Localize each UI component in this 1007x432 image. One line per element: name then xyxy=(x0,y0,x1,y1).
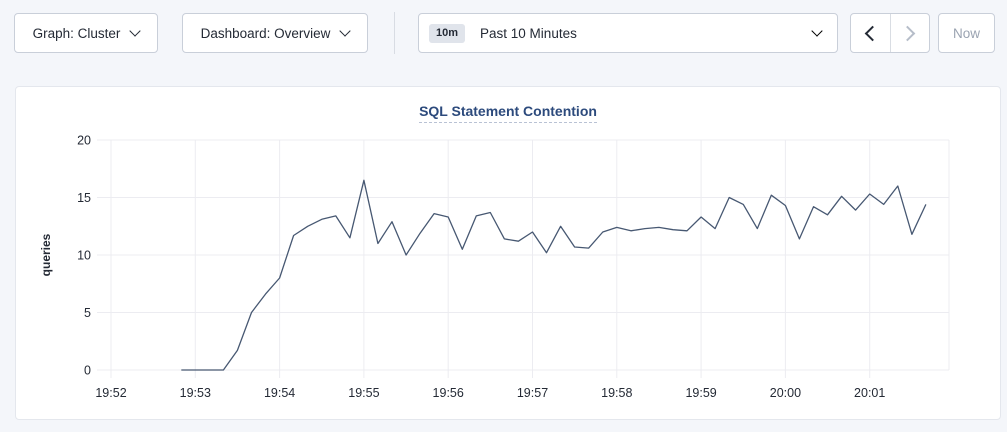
svg-text:19:52: 19:52 xyxy=(95,386,126,400)
svg-text:19:58: 19:58 xyxy=(601,386,632,400)
chart-card: 0 5 10 15 20 19:52 19:53 19:54 19:55 19:56 19:57 19… xyxy=(15,86,1001,420)
chevron-down-icon xyxy=(811,25,822,36)
svg-text:5: 5 xyxy=(84,306,91,320)
time-range-badge: 10m xyxy=(429,24,465,43)
svg-text:queries: queries xyxy=(39,233,53,276)
chevron-right-icon xyxy=(900,25,916,41)
svg-text:0: 0 xyxy=(84,364,91,378)
chart-title-row: SQL Statement Contention xyxy=(16,103,1000,123)
time-shift-control xyxy=(850,13,930,53)
time-range-dropdown[interactable]: 10m Past 10 Minutes xyxy=(418,13,838,53)
now-button-label: Now xyxy=(953,26,980,41)
time-shift-forward-button[interactable] xyxy=(890,14,930,52)
svg-text:19:59: 19:59 xyxy=(685,386,716,400)
now-button[interactable]: Now xyxy=(938,13,995,53)
dashboard-dropdown-label: Dashboard: Overview xyxy=(201,26,331,41)
dashboard-dropdown[interactable]: Dashboard: Overview xyxy=(182,13,368,53)
chart-title[interactable]: SQL Statement Contention xyxy=(419,103,597,123)
svg-text:19:55: 19:55 xyxy=(348,386,379,400)
metrics-page: Graph: Cluster Dashboard: Overview 10m P… xyxy=(0,0,1007,432)
sql-contention-chart[interactable]: 0 5 10 15 20 19:52 19:53 19:54 19:55 19:56 19:57 19… xyxy=(16,87,1002,421)
chevron-left-icon xyxy=(864,25,880,41)
svg-text:20:00: 20:00 xyxy=(770,386,801,400)
svg-text:15: 15 xyxy=(77,191,91,205)
svg-text:10: 10 xyxy=(77,249,91,263)
toolbar-divider xyxy=(394,12,395,54)
graph-dropdown-label: Graph: Cluster xyxy=(33,26,121,41)
graph-dropdown[interactable]: Graph: Cluster xyxy=(14,13,158,53)
svg-text:19:53: 19:53 xyxy=(180,386,211,400)
chevron-down-icon xyxy=(130,25,141,36)
time-shift-back-button[interactable] xyxy=(851,14,890,52)
svg-text:19:56: 19:56 xyxy=(433,386,464,400)
chevron-down-icon xyxy=(340,25,351,36)
svg-text:20: 20 xyxy=(77,134,91,148)
time-range-label: Past 10 Minutes xyxy=(480,26,577,41)
svg-text:20:01: 20:01 xyxy=(854,386,885,400)
svg-text:19:54: 19:54 xyxy=(264,386,295,400)
svg-text:19:57: 19:57 xyxy=(517,386,548,400)
